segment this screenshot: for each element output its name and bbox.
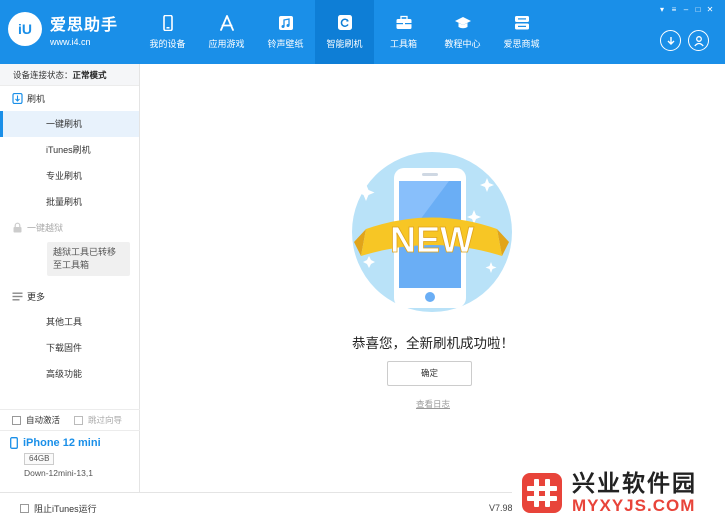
nav-label: 工具箱	[389, 38, 417, 49]
close-icon[interactable]: ✕	[705, 5, 715, 14]
main-content: NEW 恭喜您，全新刷机成功啦！ 确定 查看日志	[141, 64, 725, 492]
minimize-icon[interactable]: –	[681, 5, 691, 14]
section-label: 刷机	[27, 94, 46, 104]
music-wallpaper-icon	[277, 15, 295, 31]
app-version: V7.98	[489, 503, 513, 513]
app-url: www.i4.cn	[50, 37, 91, 47]
watermark-cn: 兴业软件园	[572, 470, 697, 496]
phone-icon	[159, 14, 177, 31]
sidebar-section-flash[interactable]: 刷机	[0, 86, 139, 111]
main-nav: 我的设备 应用游戏 铃声壁纸 智能刷机 工具箱 教程中心 爱思商城	[138, 0, 551, 64]
sidebar-item-other-tools[interactable]: 其他工具	[0, 309, 139, 335]
skip-guide-label: 跳过向导	[88, 415, 123, 425]
more-list-icon	[12, 292, 23, 301]
auto-activate-checkbox[interactable]	[12, 415, 21, 425]
maximize-icon[interactable]: □	[693, 5, 703, 14]
nav-my-device[interactable]: 我的设备	[138, 0, 197, 64]
device-name-row: iPhone 12 mini	[10, 437, 140, 449]
user-icon[interactable]	[688, 30, 709, 51]
sidebar: 设备连接状态：正常模式 刷机 一键刷机 iTunes刷机 专业刷机 批量刷机 一…	[0, 64, 140, 523]
menu-icon[interactable]: ≡	[669, 5, 679, 14]
status-label: 设备连接状态：	[13, 70, 73, 80]
device-info: iPhone 12 mini 64GB Down-12mini-13,1	[0, 431, 140, 478]
sidebar-item-batch-flash[interactable]: 批量刷机	[0, 189, 139, 215]
nav-store[interactable]: 爱思商城	[492, 0, 551, 64]
status-value: 正常模式	[72, 70, 107, 80]
device-capacity-badge: 64GB	[24, 453, 55, 465]
app-name: 爱思助手	[50, 17, 119, 34]
iphone-icon	[10, 437, 18, 449]
device-name: iPhone 12 mini	[23, 437, 101, 449]
nav-apps-games[interactable]: 应用游戏	[197, 0, 256, 64]
nav-ringtones-wallpapers[interactable]: 铃声壁纸	[256, 0, 315, 64]
nav-label: 爱思商城	[503, 38, 540, 49]
store-icon	[513, 15, 531, 31]
sidebar-item-pro-flash[interactable]: 专业刷机	[0, 163, 139, 189]
flash-refresh-icon	[336, 14, 354, 31]
ok-button[interactable]: 确定	[387, 361, 472, 386]
nav-label: 教程中心	[444, 38, 481, 49]
activation-options: 自动激活 跳过向导	[0, 409, 140, 431]
nav-label: 智能刷机	[326, 38, 363, 49]
nav-toolbox[interactable]: 工具箱	[374, 0, 433, 64]
window-controls: ▾ ≡ – □ ✕	[657, 5, 715, 14]
auto-activate-label: 自动激活	[26, 415, 61, 425]
dropdown-icon[interactable]: ▾	[657, 5, 667, 14]
sidebar-item-advanced[interactable]: 高级功能	[0, 361, 139, 387]
logo-badge-icon: iU	[8, 12, 42, 46]
device-model: Down-12mini-13,1	[24, 468, 93, 478]
sidebar-item-one-click-flash[interactable]: 一键刷机	[0, 111, 139, 137]
view-log-link[interactable]: 查看日志	[141, 398, 725, 410]
top-header: iU 爱思助手 www.i4.cn 我的设备 应用游戏 铃声壁纸 智能刷机 工具…	[0, 0, 725, 64]
toolbox-icon	[395, 15, 413, 31]
app-store-icon	[218, 14, 236, 31]
flash-section-icon	[12, 93, 23, 104]
nav-smart-flash[interactable]: 智能刷机	[315, 0, 374, 64]
block-itunes-label: 阻止iTunes运行	[34, 503, 97, 514]
section-label: 更多	[27, 292, 46, 302]
jailbreak-moved-note: 越狱工具已转移至工具箱	[47, 242, 130, 276]
section-label: 一键越狱	[27, 223, 64, 233]
flash-success-illustration: NEW	[352, 152, 512, 312]
skip-guide-checkbox[interactable]	[74, 415, 84, 425]
nav-label: 铃声壁纸	[267, 38, 304, 49]
download-icon[interactable]	[660, 30, 681, 51]
sidebar-section-more[interactable]: 更多	[0, 284, 139, 309]
connection-status: 设备连接状态：正常模式	[0, 64, 139, 86]
site-watermark: 兴业软件园 MYXYJS.COM	[512, 463, 725, 523]
hash-logo-icon	[522, 473, 562, 513]
sidebar-section-jailbreak: 一键越狱	[0, 215, 139, 240]
sidebar-item-itunes-flash[interactable]: iTunes刷机	[0, 137, 139, 163]
block-itunes-checkbox[interactable]	[20, 503, 29, 513]
lock-icon	[13, 222, 22, 233]
success-message: 恭喜您，全新刷机成功啦！	[352, 336, 514, 351]
watermark-en: MYXYJS.COM	[572, 496, 696, 515]
sidebar-item-download-firmware[interactable]: 下载固件	[0, 335, 139, 361]
app-logo[interactable]: iU 爱思助手 www.i4.cn	[8, 11, 118, 47]
new-badge-text: NEW	[390, 219, 474, 260]
graduation-cap-icon	[454, 15, 472, 31]
nav-label: 应用游戏	[208, 38, 245, 49]
nav-label: 我的设备	[149, 38, 186, 49]
nav-tutorial-center[interactable]: 教程中心	[433, 0, 492, 64]
